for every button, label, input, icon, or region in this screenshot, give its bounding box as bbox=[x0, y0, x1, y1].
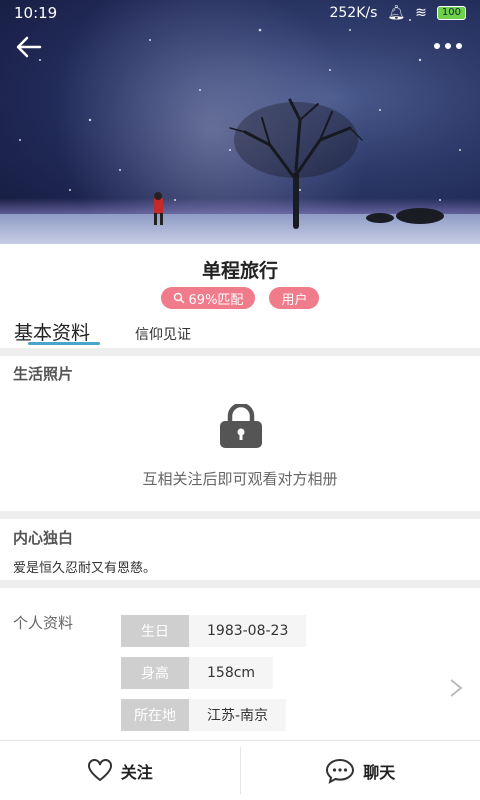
more-options-icon[interactable] bbox=[432, 36, 464, 56]
profile-cover-photo bbox=[0, 0, 480, 244]
chat-label: 聊天 bbox=[363, 762, 396, 782]
profile-tabs: 基本资料 信仰见证 bbox=[0, 316, 480, 348]
section-divider bbox=[0, 580, 480, 588]
status-time: 10:19 bbox=[14, 4, 58, 22]
match-text: 69%匹配 bbox=[188, 292, 244, 308]
wifi-icon: ≋ bbox=[415, 5, 427, 21]
battery-icon: 100 bbox=[436, 6, 466, 20]
heart-icon bbox=[87, 758, 112, 781]
follow-label: 关注 bbox=[120, 762, 153, 782]
details-section-title: 个人资料 bbox=[13, 614, 74, 632]
detail-row-birthday: 生日 1983-08-23 bbox=[121, 615, 307, 647]
search-icon bbox=[173, 292, 185, 304]
user-badge: 用户 bbox=[269, 287, 320, 309]
active-tab-indicator bbox=[28, 342, 100, 345]
detail-row-location: 所在地 江苏-南京 bbox=[121, 699, 287, 731]
back-arrow-icon[interactable] bbox=[14, 34, 44, 60]
detail-key: 生日 bbox=[121, 615, 189, 647]
photos-section-title: 生活照片 bbox=[13, 365, 74, 383]
bell-icon: 🔔︎ bbox=[387, 5, 406, 21]
detail-value: 江苏-南京 bbox=[189, 699, 287, 731]
chevron-right-icon[interactable] bbox=[448, 678, 464, 698]
section-divider bbox=[0, 511, 480, 519]
monologue-text: 爱是恒久忍耐又有恩慈。 bbox=[13, 561, 157, 576]
detail-key: 所在地 bbox=[121, 699, 189, 731]
night-scene-illustration bbox=[19, 19, 461, 229]
tab-basic-info[interactable]: 基本资料 bbox=[14, 318, 90, 345]
monologue-section-title: 内心独白 bbox=[13, 529, 74, 547]
detail-row-height: 身高 158cm bbox=[121, 657, 274, 689]
profile-tags: 69%匹配 用户 bbox=[0, 287, 480, 309]
status-bar: 10:19 252K/s 🔔︎ ≋ 100 bbox=[0, 0, 480, 26]
match-badge: 69%匹配 bbox=[160, 287, 256, 309]
chat-bubble-icon bbox=[326, 758, 355, 784]
network-speed: 252K/s bbox=[329, 5, 378, 21]
lock-icon bbox=[220, 404, 262, 448]
follow-button[interactable]: 关注 bbox=[0, 741, 240, 800]
bottom-action-bar: 关注 聊天 bbox=[0, 740, 480, 800]
profile-name: 单程旅行 bbox=[201, 260, 278, 282]
chat-button[interactable]: 聊天 bbox=[241, 741, 480, 800]
detail-key: 身高 bbox=[121, 657, 189, 689]
section-divider bbox=[0, 348, 480, 356]
photos-locked-message: 互相关注后即可观看对方相册 bbox=[142, 470, 338, 488]
tab-faith-testimony[interactable]: 信仰见证 bbox=[135, 324, 191, 344]
detail-value: 1983-08-23 bbox=[189, 615, 307, 647]
detail-value: 158cm bbox=[189, 657, 274, 689]
